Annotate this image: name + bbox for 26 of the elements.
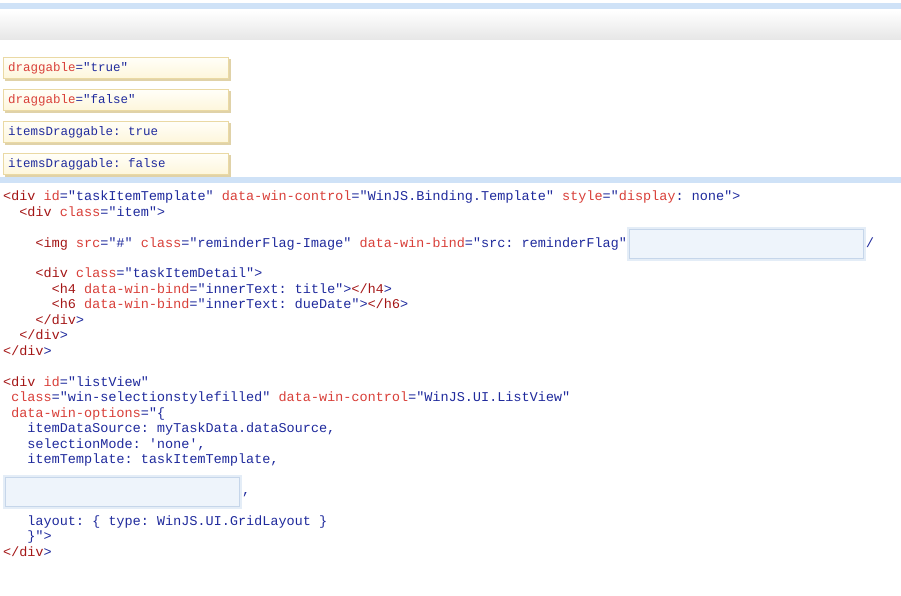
code-line: layout: { type: WinJS.UI.GridLayout } bbox=[26, 514, 328, 530]
draggable-tile[interactable]: draggable="true" bbox=[3, 57, 229, 79]
code-line: <div id="listView" bbox=[3, 376, 149, 391]
code-line: </div> bbox=[3, 546, 52, 561]
code-line: </div> bbox=[34, 314, 84, 329]
code-line: / bbox=[866, 236, 874, 252]
code-line: itemDataSource: myTaskData.dataSource, bbox=[26, 422, 336, 438]
draggable-tile[interactable]: itemsDraggable: false bbox=[3, 153, 229, 175]
code-line: <div class="item"> bbox=[18, 206, 166, 221]
code-line: </div> bbox=[18, 329, 68, 344]
draggable-tile[interactable]: draggable="false" bbox=[3, 89, 229, 111]
code-line: data-win-options="{ bbox=[10, 406, 166, 422]
drop-field[interactable] bbox=[628, 229, 864, 259]
code-line: <img src="#" class="reminderFlag-Image" data-win-bind="src: reminderFlag" bbox=[34, 236, 627, 252]
drop-field[interactable] bbox=[5, 476, 240, 506]
code-line: itemTemplate: taskItemTemplate, bbox=[26, 453, 278, 468]
code-line: <h6 data-win-bind="innerText: dueDate"></h6> bbox=[50, 298, 408, 314]
code-line: }"> bbox=[26, 530, 52, 546]
code-line: <h4 data-win-bind="innerText: title"></h4> bbox=[50, 282, 392, 298]
draggable-tile[interactable]: itemsDraggable: true bbox=[3, 121, 229, 143]
code-line: </div> bbox=[3, 344, 52, 360]
code-line: <div id="taskItemTemplate" data-win-control="WinJS.Binding.Template" style="display: none"> bbox=[3, 190, 740, 206]
code-line: class="win-selectionstylefilled" data-win-control="WinJS.UI.ListView" bbox=[10, 391, 570, 406]
code-line: selectionMode: 'none', bbox=[26, 438, 206, 453]
code-line: , bbox=[242, 484, 250, 499]
code-line: <div class="taskItemDetail"> bbox=[34, 267, 262, 282]
